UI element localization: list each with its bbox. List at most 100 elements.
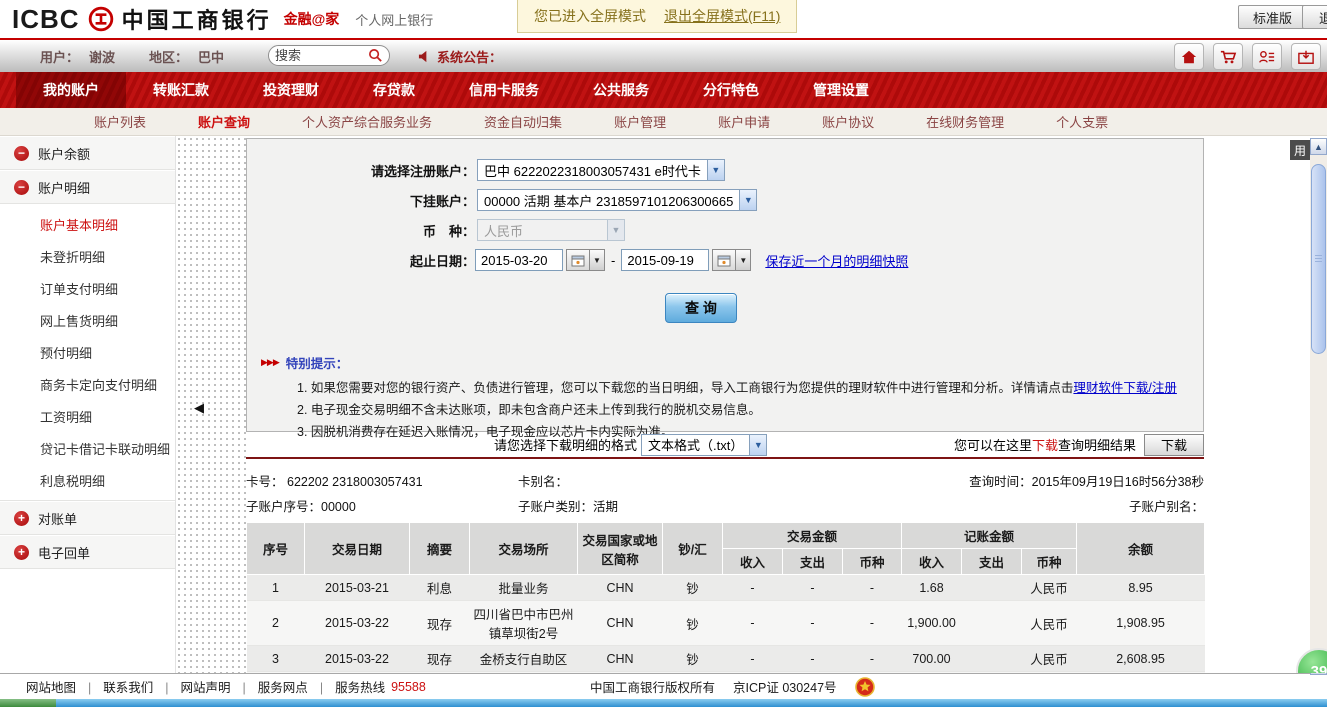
download-format-select[interactable]: 文本格式（.txt） ▼	[641, 434, 767, 456]
footer-link[interactable]: 网站地图	[26, 681, 76, 695]
account-info: 卡号： 622202 2318003057431 卡别名： 查询时间：2015年…	[246, 459, 1204, 522]
sub-nav-item[interactable]: 账户管理	[588, 112, 692, 131]
inbox-icon	[1297, 49, 1315, 65]
search-input[interactable]	[275, 48, 361, 63]
sidebar-item[interactable]: 商务卡定向支付明细	[0, 368, 175, 400]
date-from-input[interactable]	[475, 249, 563, 271]
sidebar-item[interactable]: 未登折明细	[0, 240, 175, 272]
sidebar-item[interactable]: 网上售货明细	[0, 304, 175, 336]
cart-button[interactable]	[1213, 43, 1243, 70]
fullscreen-notice: 您已进入全屏模式 退出全屏模式(F11)	[517, 0, 797, 33]
register-account-value: 巴中 6222022318003057431 e时代卡	[478, 161, 707, 180]
sidebar-collapse-arrow[interactable]: ◀	[194, 400, 204, 416]
inbox-button[interactable]	[1291, 43, 1321, 70]
cell-txn-outcome: -	[783, 575, 843, 601]
col-country: 交易国家或地区简称	[578, 523, 663, 575]
footer-link[interactable]: 服务网点	[258, 681, 308, 695]
standard-version-button[interactable]: 标准版	[1238, 5, 1307, 29]
search-box[interactable]	[268, 45, 390, 66]
horizontal-scrollbar[interactable]	[0, 699, 1327, 707]
main-panel: 请选择注册账户： 巴中 6222022318003057431 e时代卡 ▼ 下…	[246, 136, 1327, 673]
cell-txn-currency: -	[843, 575, 902, 601]
main-nav-item[interactable]: 我的账户	[16, 72, 126, 108]
cell-place: 金桥支行自助区	[470, 646, 578, 672]
main-nav-item[interactable]: 信用卡服务	[442, 72, 566, 108]
sub-nav-item[interactable]: 账户协议	[796, 112, 900, 131]
download-hint-prefix: 您可以在这里	[954, 435, 1032, 454]
exit-button[interactable]: 退出	[1302, 5, 1327, 29]
brand-label: 金融@家	[284, 9, 340, 29]
seal-icon	[855, 677, 875, 697]
sidebar-item[interactable]: 贷记卡借记卡联动明细	[0, 432, 175, 464]
cell-place: 批量业务	[470, 575, 578, 601]
query-form: 请选择注册账户： 巴中 6222022318003057431 e时代卡 ▼ 下…	[246, 138, 1204, 432]
cell-seq: 3	[247, 646, 305, 672]
col-seq: 序号	[247, 523, 305, 575]
home-button[interactable]	[1174, 43, 1204, 70]
footer: 网站地图|联系我们|网站声明|服务网点| 服务热线 95588 中国工商银行版权…	[0, 673, 1327, 699]
col-balance: 余额	[1077, 523, 1205, 575]
main-nav-item[interactable]: 管理设置	[786, 72, 896, 108]
expand-icon[interactable]: +	[14, 545, 29, 560]
date-from-calendar-button[interactable]: ▼	[566, 249, 605, 271]
sidebar-item[interactable]: 工资明细	[0, 400, 175, 432]
cell-balance: 8.95	[1077, 575, 1205, 601]
download-button[interactable]: 下载	[1144, 434, 1204, 456]
register-account-select[interactable]: 巴中 6222022318003057431 e时代卡 ▼	[477, 159, 725, 181]
col-book-currency: 币种	[1022, 549, 1077, 575]
card-number: 卡号： 622202 2318003057431	[246, 471, 518, 490]
sub-account-select[interactable]: 00000 活期 基本户 2318597101206300665 ▼	[477, 189, 757, 211]
table-row: 1 2015-03-21 利息 批量业务 CHN 钞 - - - 1.68 人民…	[247, 575, 1205, 601]
query-button[interactable]: 查 询	[665, 293, 737, 323]
sidebar-item[interactable]: 订单支付明细	[0, 272, 175, 304]
currency-value: 人民币	[478, 221, 529, 240]
user-name: 谢波	[89, 47, 115, 66]
top-header: ICBC 中国工商银行 金融@家 个人网上银行 您已进入全屏模式 退出全屏模式(…	[0, 0, 1327, 40]
main-nav-item[interactable]: 转账汇款	[126, 72, 236, 108]
search-icon[interactable]	[368, 48, 383, 63]
sidebar-item[interactable]: 利息税明细	[0, 464, 175, 496]
footer-link[interactable]: 网站声明	[181, 681, 231, 695]
sub-nav-item[interactable]: 在线财务管理	[900, 112, 1030, 131]
vertical-scrollbar[interactable]: ▲ ▼	[1310, 138, 1327, 675]
snapshot-link[interactable]: 保存近一个月的明细快照	[765, 251, 908, 270]
main-nav-item[interactable]: 公共服务	[566, 72, 676, 108]
scroll-up-arrow-icon[interactable]: ▲	[1310, 138, 1327, 155]
sidebar-group[interactable]: − 账户余额	[0, 136, 175, 170]
cell-country: CHN	[578, 575, 663, 601]
col-book-outcome: 支出	[962, 549, 1022, 575]
sidebar-item[interactable]: 账户基本明细	[0, 208, 175, 240]
contacts-button[interactable]	[1252, 43, 1282, 70]
date-to-input[interactable]	[621, 249, 709, 271]
collapse-icon[interactable]: −	[14, 180, 29, 195]
floating-tab[interactable]: 用	[1290, 140, 1310, 160]
sidebar-group[interactable]: + 电子回单	[0, 535, 175, 569]
finance-software-link[interactable]: 理财软件下载/注册	[1073, 381, 1176, 395]
main-nav-item[interactable]: 投资理财	[236, 72, 346, 108]
scrollbar-thumb[interactable]	[1311, 164, 1326, 354]
sub-nav-item[interactable]: 个人资产综合服务业务	[276, 112, 458, 131]
cell-date: 2015-03-21	[305, 575, 410, 601]
col-book-group: 记账金额	[902, 523, 1077, 549]
footer-link[interactable]: 联系我们	[103, 681, 153, 695]
main-nav-item[interactable]: 存贷款	[346, 72, 442, 108]
speaker-icon	[418, 50, 431, 63]
sidebar-item[interactable]: 预付明细	[0, 336, 175, 368]
sidebar-group[interactable]: − 账户明细	[0, 170, 175, 204]
footer-separator: |	[320, 681, 323, 695]
date-to-calendar-button[interactable]: ▼	[712, 249, 751, 271]
sub-nav-item[interactable]: 账户查询	[172, 112, 276, 131]
expand-icon[interactable]: +	[14, 511, 29, 526]
sub-nav-item[interactable]: 账户申请	[692, 112, 796, 131]
collapse-icon[interactable]: −	[14, 146, 29, 161]
sub-nav-item[interactable]: 资金自动归集	[458, 112, 588, 131]
main-nav-item[interactable]: 分行特色	[676, 72, 786, 108]
special-notice: ▶▶▶ 特别提示： 1. 如果您需要对您的银行资产、负债进行管理，您可以下载您的…	[247, 353, 1203, 444]
chevron-down-icon: ▼	[736, 249, 751, 271]
exit-fullscreen-link[interactable]: 退出全屏模式(F11)	[664, 6, 780, 26]
horizontal-scrollbar-thumb[interactable]	[0, 699, 56, 707]
sidebar-group[interactable]: + 对账单	[0, 501, 175, 535]
sub-nav-item[interactable]: 账户列表	[68, 112, 172, 131]
sub-nav-item[interactable]: 个人支票	[1030, 112, 1134, 131]
cell-seq: 2	[247, 601, 305, 646]
